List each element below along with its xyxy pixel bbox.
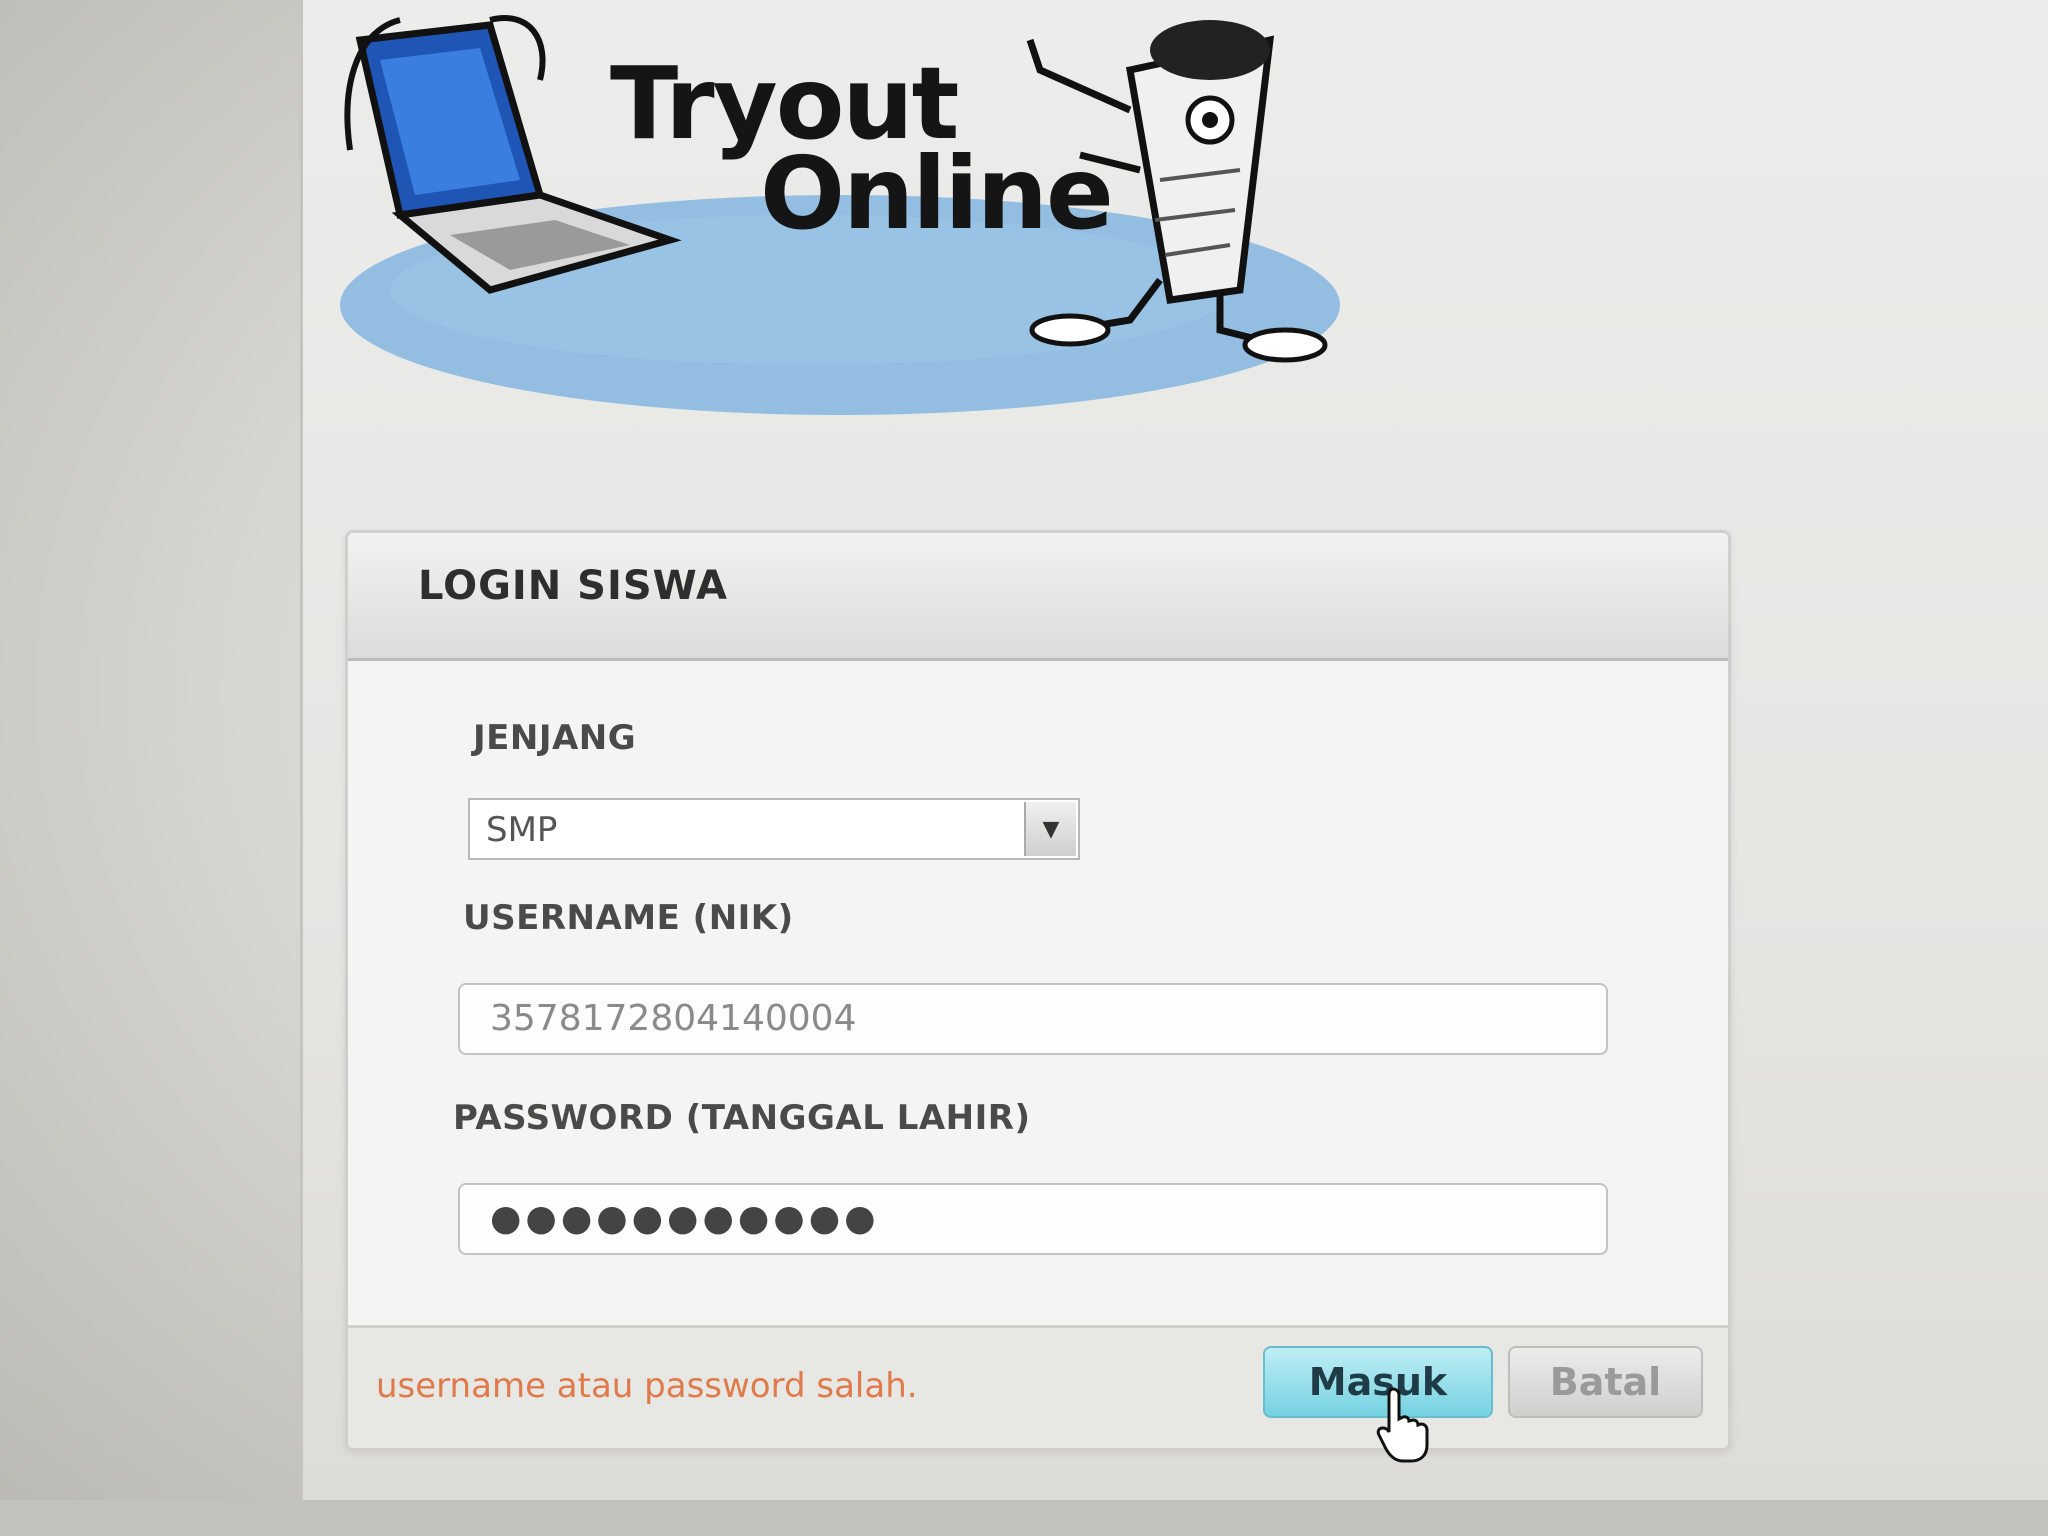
- tryout-online-logo: Tryout Online: [340, 0, 1380, 420]
- jenjang-select[interactable]: SMP ▼: [468, 798, 1080, 860]
- password-input[interactable]: ●●●●●●●●●●●: [458, 1183, 1608, 1255]
- password-label: PASSWORD (TANGGAL LAHIR): [453, 1098, 1031, 1138]
- jenjang-label: JENJANG: [473, 718, 637, 758]
- chevron-down-icon[interactable]: ▼: [1024, 802, 1076, 856]
- username-input[interactable]: 3578172804140004: [458, 983, 1608, 1055]
- page-footer-strip: [0, 1500, 2048, 1536]
- username-label: USERNAME (NIK): [463, 898, 794, 938]
- login-footer: username atau password salah. Masuk Bata…: [348, 1325, 1728, 1448]
- logo-title-line2: Online: [760, 135, 1114, 252]
- login-header: LOGIN SISWA: [348, 533, 1728, 661]
- batal-button[interactable]: Batal: [1508, 1346, 1703, 1418]
- hand-cursor-icon: [1376, 1387, 1429, 1463]
- login-panel: LOGIN SISWA JENJANG SMP ▼ USERNAME (NIK)…: [345, 530, 1731, 1451]
- login-error-message: username atau password salah.: [376, 1366, 918, 1406]
- password-masked-value: ●●●●●●●●●●●: [490, 1198, 880, 1239]
- jenjang-selected-value: SMP: [486, 810, 558, 850]
- login-title: LOGIN SISWA: [418, 563, 728, 609]
